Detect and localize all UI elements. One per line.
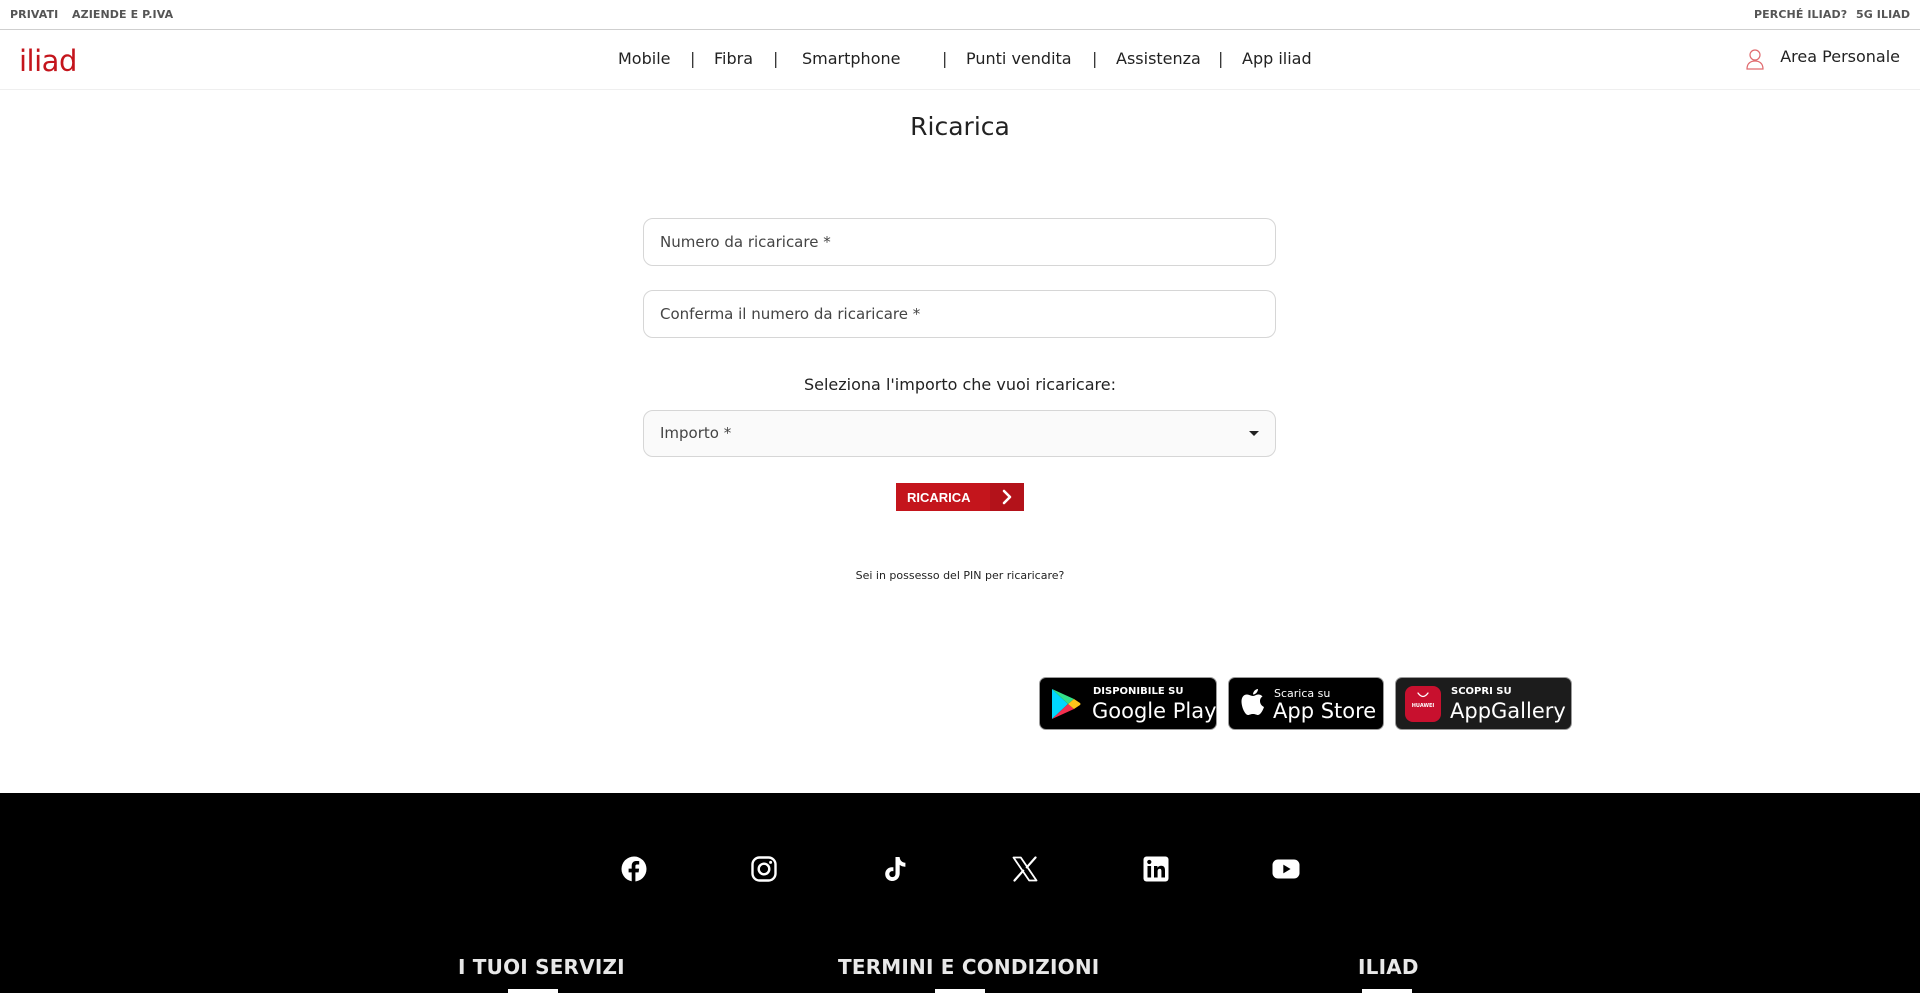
amount-prompt: Seleziona l'importo che vuoi ricaricare:: [803, 375, 1116, 394]
instagram-icon[interactable]: [750, 855, 778, 883]
app-store-big-text: App Store: [1273, 699, 1377, 723]
footer-section-termini[interactable]: TERMINI E CONDIZIONI: [838, 955, 1099, 979]
nav-item-smartphone[interactable]: Smartphone: [802, 49, 900, 68]
confirm-number-field: [643, 290, 1276, 338]
google-play-small-text: DISPONIBILE SU: [1093, 686, 1184, 697]
google-play-big-text: Google Play: [1092, 699, 1217, 723]
area-personale-link[interactable]: Area Personale: [1780, 47, 1900, 66]
caret-down-icon: [1249, 431, 1259, 436]
google-play-icon: [1052, 689, 1081, 719]
nav-item-fibra[interactable]: Fibra: [714, 49, 753, 68]
topbar-link-privati[interactable]: PRIVATI: [10, 8, 58, 21]
app-store-badge[interactable]: Scarica su App Store: [1228, 677, 1384, 730]
topbar-link-5g-iliad[interactable]: 5G ILIAD: [1856, 8, 1910, 21]
nav-item-punti-vendita[interactable]: Punti vendita: [966, 49, 1072, 68]
user-icon[interactable]: [1745, 48, 1765, 70]
app-gallery-small-text: SCOPRI SU: [1451, 686, 1512, 697]
facebook-icon[interactable]: [620, 855, 648, 883]
amount-select[interactable]: Importo *: [643, 410, 1276, 457]
number-input[interactable]: [644, 219, 1275, 265]
nav-separator: |: [773, 49, 779, 68]
amount-select-value: Importo *: [660, 424, 732, 442]
nav-item-mobile[interactable]: Mobile: [618, 49, 670, 68]
footer-section-underline: [935, 989, 985, 993]
topbar-link-perche-iliad[interactable]: PERCHÉ ILIAD?: [1754, 8, 1847, 21]
footer-section-underline: [508, 989, 558, 993]
nav-item-assistenza[interactable]: Assistenza: [1116, 49, 1201, 68]
huawei-brand-text: HUAWEI: [1411, 703, 1435, 709]
huawei-appgallery-icon: HUAWEI: [1405, 686, 1441, 722]
linkedin-icon[interactable]: [1142, 855, 1170, 883]
nav-separator: |: [1092, 49, 1098, 68]
nav-item-app-iliad[interactable]: App iliad: [1242, 49, 1312, 68]
nav-separator: |: [942, 49, 948, 68]
topbar-link-aziende[interactable]: AZIENDE E P.IVA: [72, 8, 173, 21]
app-gallery-badge[interactable]: HUAWEI SCOPRI SU AppGallery: [1395, 677, 1572, 730]
main-nav: Mobile | Fibra | Smartphone | Punti vend…: [0, 30, 1920, 90]
google-play-badge[interactable]: DISPONIBILE SU Google Play: [1039, 677, 1217, 730]
apple-icon: [1241, 689, 1264, 715]
ricarica-button-label: RICARICA: [907, 489, 971, 505]
x-icon[interactable]: [1011, 855, 1039, 883]
page-title: Ricarica: [910, 112, 1010, 141]
nav-separator: |: [690, 49, 696, 68]
footer-section-underline: [1362, 989, 1412, 993]
confirm-number-input[interactable]: [644, 291, 1275, 337]
youtube-icon[interactable]: [1272, 855, 1300, 883]
top-bar: PRIVATI AZIENDE E P.IVA PERCHÉ ILIAD? 5G…: [0, 0, 1920, 30]
number-field: [643, 218, 1276, 266]
ricarica-button[interactable]: RICARICA: [896, 483, 1024, 511]
pin-recharge-link[interactable]: Sei in possesso del PIN per ricaricare?: [0, 569, 1920, 582]
tiktok-icon[interactable]: [881, 855, 909, 883]
main-header: iliad Mobile | Fibra | Smartphone | Punt…: [0, 30, 1920, 90]
chevron-right-icon: [990, 483, 1024, 511]
nav-separator: |: [1218, 49, 1224, 68]
footer-section-servizi[interactable]: I TUOI SERVIZI: [458, 955, 625, 979]
app-gallery-big-text: AppGallery: [1450, 699, 1566, 723]
footer-section-iliad[interactable]: ILIAD: [1358, 955, 1419, 979]
